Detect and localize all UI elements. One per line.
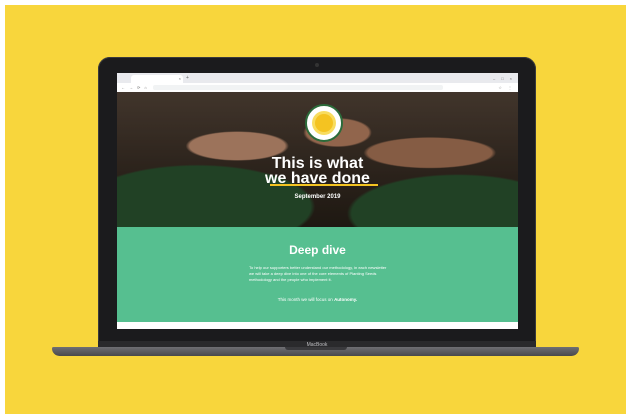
camera-dot (315, 63, 319, 67)
hero-title-line-1: This is what (271, 155, 364, 172)
maximize-icon[interactable]: □ (501, 76, 503, 81)
laptop-lid: × + – □ × ← → ⟳ ⌂ ☆ ⋮ This is what we ha… (98, 57, 536, 347)
newsletter-date: September 2019 (294, 194, 341, 200)
menu-icon[interactable]: ⋮ (508, 85, 512, 90)
sunflower-icon (315, 114, 333, 132)
deep-dive-body: To help our supporters better understand… (249, 265, 387, 282)
focus-topic: Autonomy. (334, 297, 358, 302)
focus-line: This month we will focus on Autonomy. (117, 297, 518, 302)
browser-tab[interactable]: × (131, 75, 183, 83)
hero-title: This is what we have done (117, 155, 518, 187)
new-tab-icon[interactable]: + (186, 75, 189, 81)
focus-prefix: This month we will focus on (277, 297, 333, 302)
laptop-notch (285, 347, 347, 350)
reload-icon[interactable]: ⟳ (137, 85, 140, 90)
deep-dive-section: Deep dive To help our supporters better … (117, 227, 518, 329)
bookmark-star-icon[interactable]: ☆ (498, 85, 502, 90)
url-input[interactable] (152, 85, 443, 90)
close-window-icon[interactable]: × (510, 76, 512, 81)
browser-toolbar: ☆ ⋮ (498, 85, 512, 90)
deep-dive-title: Deep dive (289, 243, 346, 257)
section-divider (117, 322, 518, 329)
close-tab-icon[interactable]: × (179, 76, 181, 82)
window-controls: – □ × (493, 76, 512, 81)
minimize-icon[interactable]: – (493, 76, 495, 81)
home-icon[interactable]: ⌂ (144, 85, 146, 90)
organization-logo (305, 104, 343, 142)
forward-icon[interactable]: → (129, 85, 133, 90)
title-underline (270, 184, 378, 186)
back-icon[interactable]: ← (121, 85, 125, 90)
laptop-screen: × + – □ × ← → ⟳ ⌂ ☆ ⋮ This is what we ha… (117, 73, 518, 329)
hero-banner: This is what we have done September 2019 (117, 92, 518, 227)
laptop-base (52, 347, 579, 356)
